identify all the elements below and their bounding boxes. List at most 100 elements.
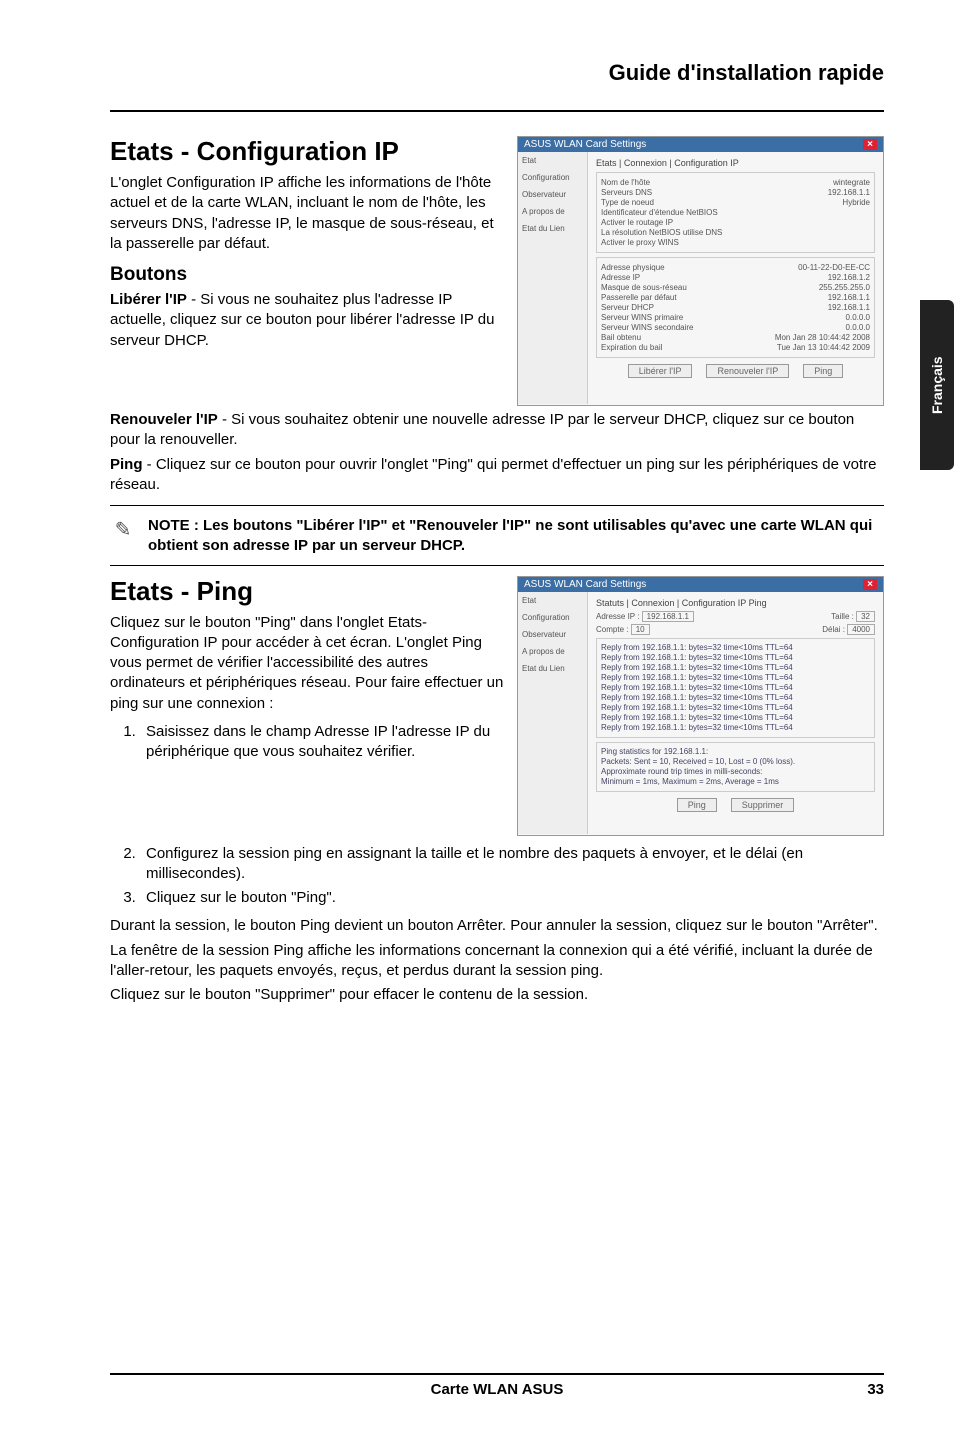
ping-line: Reply from 192.168.1.1: bytes=32 time<10… (601, 653, 870, 663)
stat-line: Ping statistics for 192.168.1.1: (601, 747, 870, 757)
sec1-ping-label: Ping (110, 456, 143, 473)
count-input[interactable]: 10 (631, 624, 650, 635)
stat-line: Approximate round trip times in milli-se… (601, 767, 870, 777)
sec2-p3: La fenêtre de la session Ping affiche le… (110, 941, 884, 982)
sec2-p2: Durant la session, le bouton Ping devien… (110, 916, 884, 936)
note-icon: ✎ (110, 516, 136, 542)
row-value: Tue Jan 13 10:44:42 2009 (777, 343, 870, 352)
row-label: Serveur DHCP (601, 303, 654, 312)
side-item[interactable]: Configuration (522, 173, 583, 182)
row-label: Serveurs DNS (601, 188, 652, 197)
count-label: Compte : (596, 625, 628, 634)
ping-line: Reply from 192.168.1.1: bytes=32 time<10… (601, 683, 870, 693)
row-label: Adresse IP (601, 273, 640, 282)
row-label: Serveur WINS secondaire (601, 323, 693, 332)
screenshot-ping: ASUS WLAN Card Settings × Etat Configurat… (517, 576, 884, 836)
note-text: NOTE : Les boutons "Libérer l'IP" et "Re… (148, 516, 884, 557)
sec2-heading: Etats - Ping (110, 576, 505, 607)
row-label: Bail obtenu (601, 333, 641, 342)
row-value: 00-11-22-D0-EE-CC (798, 263, 870, 272)
release-ip-button[interactable]: Libérer l'IP (628, 364, 693, 378)
sec1-h2: Boutons (110, 264, 505, 286)
ping-line: Reply from 192.168.1.1: bytes=32 time<10… (601, 673, 870, 683)
shot2-title: ASUS WLAN Card Settings (524, 579, 646, 590)
size-label: Taille : (831, 612, 854, 621)
sec2-li1: Saisissez dans le champ Adresse IP l'adr… (140, 722, 505, 763)
row-label: Activer le routage IP (601, 218, 673, 227)
row-label: Masque de sous-réseau (601, 283, 687, 292)
ping-stats: Ping statistics for 192.168.1.1: Packets… (596, 742, 875, 792)
ping-line: Reply from 192.168.1.1: bytes=32 time<10… (601, 723, 870, 733)
side-item[interactable]: A propos de (522, 207, 583, 216)
ping-line: Reply from 192.168.1.1: bytes=32 time<10… (601, 713, 870, 723)
ping-line: Reply from 192.168.1.1: bytes=32 time<10… (601, 703, 870, 713)
shot1-sidebar: Etat Configuration Observateur A propos … (518, 152, 588, 404)
row-value: 0.0.0.0 (846, 313, 870, 322)
row-value: 0.0.0.0 (846, 323, 870, 332)
side-item[interactable]: Etat (522, 596, 583, 605)
shot1-tabs[interactable]: Etats | Connexion | Configuration IP (596, 158, 875, 168)
ip-input[interactable]: 192.168.1.1 (642, 611, 694, 622)
renew-ip-button[interactable]: Renouveler l'IP (706, 364, 789, 378)
sec1-renew: Renouveler l'IP - Si vous souhaitez obte… (110, 410, 884, 451)
page-number: 33 (563, 1381, 884, 1398)
row-value: Hybride (842, 198, 870, 207)
ping-line: Reply from 192.168.1.1: bytes=32 time<10… (601, 693, 870, 703)
row-label: Expiration du bail (601, 343, 662, 352)
footer-title: Carte WLAN ASUS (431, 1381, 564, 1398)
row-value: 255.255.255.0 (819, 283, 870, 292)
sec1-liberer: Libérer l'IP - Si vous ne souhaitez plus… (110, 290, 505, 351)
row-value: 192.168.1.1 (828, 303, 870, 312)
sec1-ping: Ping - Cliquez sur ce bouton pour ouvrir… (110, 455, 884, 496)
sec1-ping-text: - Cliquez sur ce bouton pour ouvrir l'on… (110, 456, 877, 493)
shot1-title: ASUS WLAN Card Settings (524, 139, 646, 150)
row-label: Type de noeud (601, 198, 654, 207)
row-value: 192.168.1.2 (828, 273, 870, 282)
side-item[interactable]: Etat du Lien (522, 664, 583, 673)
clear-button[interactable]: Supprimer (731, 798, 795, 812)
sec1-renew-label: Renouveler l'IP (110, 411, 218, 428)
stat-line: Minimum = 1ms, Maximum = 2ms, Average = … (601, 777, 870, 787)
doc-header-title: Guide d'installation rapide (110, 60, 884, 86)
delay-input[interactable]: 4000 (847, 624, 875, 635)
size-input[interactable]: 32 (856, 611, 875, 622)
row-value: wintegrate (833, 178, 870, 187)
side-item[interactable]: Configuration (522, 613, 583, 622)
ping-start-button[interactable]: Ping (677, 798, 717, 812)
row-label: Identificateur d'étendue NetBIOS (601, 208, 718, 217)
side-item[interactable]: Observateur (522, 630, 583, 639)
row-label: Serveur WINS primaire (601, 313, 683, 322)
separator (110, 565, 884, 566)
separator (110, 505, 884, 506)
shot2-sidebar: Etat Configuration Observateur A propos … (518, 592, 588, 834)
sec1-renew-text: - Si vous souhaitez obtenir une nouvelle… (110, 411, 854, 448)
row-label: Activer le proxy WINS (601, 238, 679, 247)
sec2-li3: Cliquez sur le bouton "Ping". (140, 888, 884, 908)
row-label: Adresse physique (601, 263, 665, 272)
close-icon[interactable]: × (863, 579, 877, 590)
sec1-heading: Etats - Configuration IP (110, 136, 505, 167)
side-item[interactable]: Etat (522, 156, 583, 165)
language-tab: Français (920, 300, 954, 470)
row-label: La résolution NetBIOS utilise DNS (601, 228, 722, 237)
shot2-tabs[interactable]: Statuts | Connexion | Configuration IP P… (596, 598, 875, 608)
sec1-p1: L'onglet Configuration IP affiche les in… (110, 173, 505, 254)
header-rule (110, 110, 884, 112)
ping-line: Reply from 192.168.1.1: bytes=32 time<10… (601, 663, 870, 673)
side-item[interactable]: Observateur (522, 190, 583, 199)
close-icon[interactable]: × (863, 139, 877, 150)
ping-line: Reply from 192.168.1.1: bytes=32 time<10… (601, 643, 870, 653)
side-item[interactable]: A propos de (522, 647, 583, 656)
ping-button[interactable]: Ping (803, 364, 843, 378)
sec2-p1: Cliquez sur le bouton "Ping" dans l'ongl… (110, 613, 505, 714)
footer-rule (110, 1373, 884, 1375)
ip-label: Adresse IP : (596, 612, 639, 621)
side-item[interactable]: Etat du Lien (522, 224, 583, 233)
sec1-liberer-label: Libérer l'IP (110, 291, 187, 308)
delay-label: Délai : (822, 625, 845, 634)
screenshot-ip-config: ASUS WLAN Card Settings × Etat Configurat… (517, 136, 884, 406)
sec2-p4: Cliquez sur le bouton "Supprimer" pour e… (110, 985, 884, 1005)
row-label: Nom de l'hôte (601, 178, 650, 187)
sec2-li2: Configurez la session ping en assignant … (140, 844, 884, 885)
stat-line: Packets: Sent = 10, Received = 10, Lost … (601, 757, 870, 767)
